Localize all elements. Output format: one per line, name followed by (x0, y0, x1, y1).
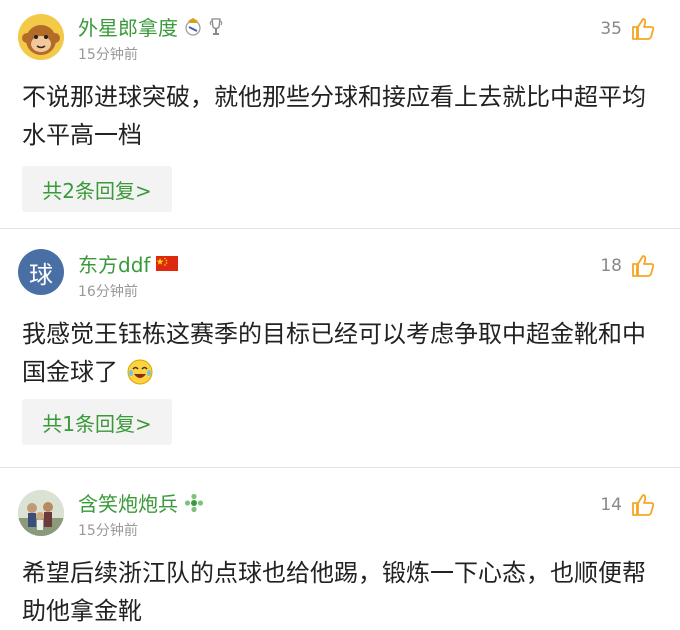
comment-text: 不说那进球突破，就他那些分球和接应看上去就比中超平均水平高一档 (22, 83, 646, 149)
view-replies-button[interactable]: 共2条回复> (22, 166, 172, 212)
real-madrid-badge-icon (184, 17, 202, 37)
comment-time: 15分钟前 (78, 47, 138, 63)
avatar-letter: 球 (29, 260, 53, 289)
green-badge-icon (184, 493, 204, 513)
monkey-avatar-icon (18, 14, 64, 60)
comment-time: 15分钟前 (78, 523, 138, 539)
comment-time: 16分钟前 (78, 284, 138, 300)
comment-text: 希望后续浙江队的点球也给他踢，锻炼一下心态，也顺便帮助他拿金靴 (22, 559, 646, 625)
username[interactable]: 含笑炮炮兵 (78, 488, 178, 517)
like-count: 18 (600, 256, 622, 276)
user-avatar[interactable] (18, 14, 64, 60)
view-replies-button[interactable]: 共1条回复> (22, 399, 172, 445)
trophy-badge-icon (208, 17, 224, 37)
thumbs-up-icon (630, 253, 656, 279)
thumbs-up-icon (630, 492, 656, 518)
comment-item: 外星郎拿度 15分钟前 35 不说那进球突破，就他那些分球和接应看上去就比中超平… (0, 0, 680, 229)
username[interactable]: 外星郎拿度 (78, 12, 178, 41)
comment-item: 球 东方ddf 16分钟前 18 我感觉王钰栋这赛季的目标已经可以考虑争取中超金… (0, 229, 680, 468)
thumbs-up-icon (630, 16, 656, 42)
user-avatar[interactable]: 球 (18, 249, 64, 295)
china-flag-icon (156, 256, 179, 271)
group-photo-avatar-icon (18, 490, 64, 536)
like-button[interactable]: 14 (600, 492, 656, 518)
like-count: 35 (600, 19, 622, 39)
comment-text-content: 我感觉王钰栋这赛季的目标已经可以考虑争取中超金靴和中国金球了 (22, 320, 646, 386)
username[interactable]: 东方ddf (78, 249, 150, 278)
like-button[interactable]: 35 (600, 16, 656, 42)
like-count: 14 (600, 495, 622, 515)
like-button[interactable]: 18 (600, 253, 656, 279)
laughing-emoji-icon (126, 358, 154, 386)
comment-text: 我感觉王钰栋这赛季的目标已经可以考虑争取中超金靴和中国金球了 (22, 315, 662, 391)
user-avatar[interactable] (18, 490, 64, 536)
comment-item: 含笑炮炮兵 15分钟前 14 希望后续浙江队的点球也给他踢，锻炼一下心态，也顺便… (0, 468, 680, 628)
